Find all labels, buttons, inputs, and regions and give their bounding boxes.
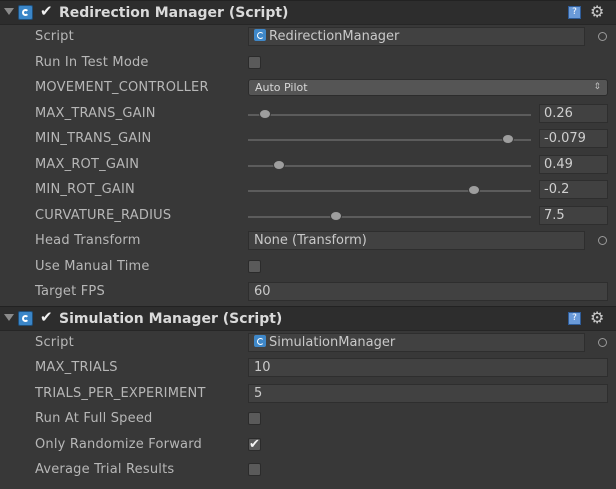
average-trial-results-checkbox[interactable]: [248, 463, 261, 476]
field-label: Use Manual Time: [35, 258, 150, 274]
slider-thumb[interactable]: [273, 159, 286, 170]
foldout-arrow-icon[interactable]: [4, 8, 14, 15]
run-at-full-speed-row: Run At Full Speed: [0, 407, 616, 433]
field-label: MAX_TRANS_GAIN: [35, 105, 156, 121]
target-fps-row: Target FPS 60: [0, 280, 616, 306]
curvature-radius-slider[interactable]: [248, 210, 531, 221]
field-label: TRIALS_PER_EXPERIMENT: [35, 385, 206, 401]
script-reference-field[interactable]: RedirectionManager: [248, 27, 585, 46]
min-rot-gain-row: MIN_ROT_GAIN -0.2: [0, 178, 616, 204]
field-label: Only Randomize Forward: [35, 436, 202, 452]
component-title: Simulation Manager (Script): [59, 310, 283, 327]
gear-icon[interactable]: ⚙: [590, 2, 604, 21]
component-title: Redirection Manager (Script): [59, 5, 289, 21]
enable-checkbox[interactable]: ✔: [40, 309, 54, 325]
redirection-manager-component: ✔ Redirection Manager (Script) ? ⚙ Scrip…: [0, 0, 616, 306]
slider-thumb[interactable]: [329, 210, 342, 221]
max-trials-field[interactable]: 10: [248, 358, 608, 377]
trials-per-experiment-row: TRIALS_PER_EXPERIMENT 5: [0, 382, 616, 408]
min-trans-gain-field[interactable]: -0.079: [539, 129, 608, 148]
field-label: Run In Test Mode: [35, 54, 149, 70]
trials-per-experiment-field[interactable]: 5: [248, 383, 608, 403]
help-book-icon[interactable]: ?: [568, 311, 581, 325]
max-trans-gain-row: MAX_TRANS_GAIN 0.26: [0, 102, 616, 128]
run-in-test-mode-checkbox[interactable]: [248, 55, 261, 69]
help-book-icon[interactable]: ?: [568, 6, 581, 19]
field-label: Script: [35, 334, 74, 350]
csharp-script-icon: [18, 310, 33, 326]
field-label: Head Transform: [35, 233, 141, 248]
slider-thumb[interactable]: [258, 108, 271, 119]
use-manual-time-checkbox[interactable]: [248, 259, 261, 273]
script-row: Script SimulationManager: [0, 331, 616, 357]
gear-icon[interactable]: ⚙: [590, 308, 604, 327]
use-manual-time-row: Use Manual Time: [0, 255, 616, 281]
only-randomize-forward-row: Only Randomize Forward ✔: [0, 433, 616, 459]
object-picker-icon[interactable]: [598, 32, 607, 41]
component-header[interactable]: ✔ Simulation Manager (Script) ? ⚙: [0, 305, 616, 331]
run-in-test-mode-row: Run In Test Mode: [0, 51, 616, 77]
max-rot-gain-field[interactable]: 0.49: [539, 154, 608, 174]
chevron-down-icon: ⇕: [593, 82, 601, 92]
min-rot-gain-field[interactable]: -0.2: [539, 180, 608, 199]
head-transform-field[interactable]: None (Transform): [248, 231, 585, 250]
only-randomize-forward-checkbox[interactable]: ✔: [248, 437, 261, 451]
average-trial-results-row: Average Trial Results: [0, 458, 616, 484]
min-trans-gain-row: MIN_TRANS_GAIN -0.079: [0, 127, 616, 153]
enable-checkbox[interactable]: ✔: [40, 3, 54, 19]
csharp-script-icon: [18, 5, 33, 20]
simulation-manager-component: ✔ Simulation Manager (Script) ? ⚙ Script…: [0, 305, 616, 484]
csharp-script-icon: [254, 334, 266, 347]
field-label: CURVATURE_RADIUS: [35, 207, 172, 223]
max-trials-row: MAX_TRIALS 10: [0, 356, 616, 382]
foldout-arrow-icon[interactable]: [4, 313, 14, 321]
curvature-radius-field[interactable]: 7.5: [539, 205, 608, 225]
object-picker-icon[interactable]: [598, 337, 607, 347]
max-trans-gain-field[interactable]: 0.26: [539, 103, 608, 123]
dropdown-value: Auto Pilot: [255, 81, 308, 94]
csharp-script-icon: [254, 29, 266, 41]
slider-thumb[interactable]: [502, 134, 515, 144]
field-label: MAX_ROT_GAIN: [35, 156, 140, 172]
max-rot-gain-slider[interactable]: [248, 159, 531, 170]
run-at-full-speed-checkbox[interactable]: [248, 412, 261, 425]
object-picker-icon[interactable]: [598, 236, 607, 245]
field-label: MAX_TRIALS: [35, 360, 118, 375]
script-name: RedirectionManager: [269, 29, 400, 44]
curvature-radius-row: CURVATURE_RADIUS 7.5: [0, 204, 616, 230]
field-label: MOVEMENT_CONTROLLER: [35, 80, 209, 95]
max-trans-gain-slider[interactable]: [248, 108, 531, 119]
script-reference-field[interactable]: SimulationManager: [248, 332, 585, 352]
field-label: MIN_TRANS_GAIN: [35, 131, 152, 146]
component-header[interactable]: ✔ Redirection Manager (Script) ? ⚙: [0, 0, 616, 25]
field-label: Run At Full Speed: [35, 411, 153, 426]
slider-thumb[interactable]: [468, 185, 481, 195]
field-label: Script: [35, 29, 74, 44]
movement-controller-dropdown[interactable]: Auto Pilot ⇕: [248, 79, 608, 96]
target-fps-field[interactable]: 60: [248, 282, 608, 301]
script-row: Script RedirectionManager: [0, 25, 616, 51]
min-trans-gain-slider[interactable]: [248, 134, 531, 144]
field-label: Target FPS: [35, 284, 105, 299]
min-rot-gain-slider[interactable]: [248, 185, 531, 195]
field-label: MIN_ROT_GAIN: [35, 182, 135, 197]
movement-controller-row: MOVEMENT_CONTROLLER Auto Pilot ⇕: [0, 76, 616, 102]
field-label: Average Trial Results: [35, 462, 175, 477]
max-rot-gain-row: MAX_ROT_GAIN 0.49: [0, 153, 616, 179]
script-name: SimulationManager: [269, 334, 396, 350]
head-transform-row: Head Transform None (Transform): [0, 229, 616, 255]
